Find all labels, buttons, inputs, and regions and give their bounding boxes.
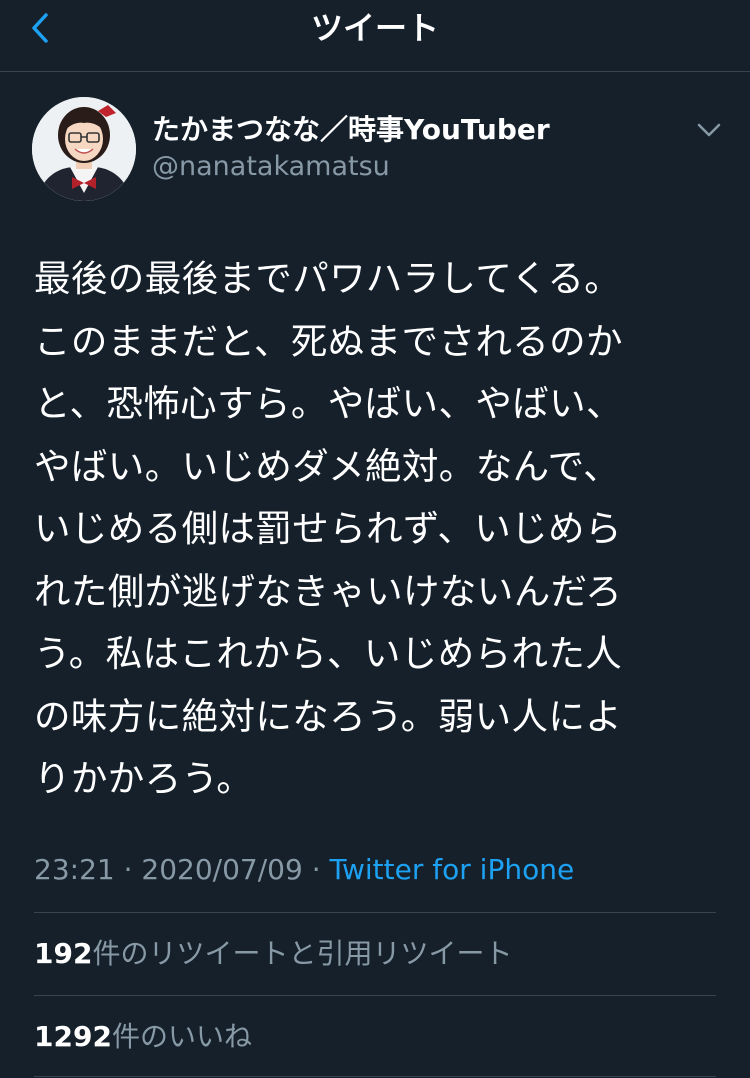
tweet-line: やばい。いじめダメ絶対。なんで、 bbox=[34, 444, 621, 488]
tweet-meta: 23:21 · 2020/07/09 · Twitter for iPhone bbox=[34, 852, 574, 888]
tweet-line: と、恐怖心すら。やばい、やばい、 bbox=[34, 382, 623, 425]
tweet-line: このままだと、死ぬまでされるのか bbox=[34, 319, 623, 363]
tweet-line: いじめる側は罰せられず、いじめら bbox=[34, 507, 622, 550]
author-handle[interactable]: @nanatakamatsu bbox=[152, 150, 390, 184]
tweet-time: 23:21 bbox=[34, 853, 115, 886]
divider bbox=[34, 912, 716, 913]
divider bbox=[34, 995, 716, 996]
meta-separator: · bbox=[123, 853, 133, 886]
retweets-stat[interactable]: 192件のリツイートと引用リツイート bbox=[34, 936, 512, 972]
tweet-line: う。私はこれから、いじめられた人 bbox=[34, 632, 623, 675]
chevron-down-icon bbox=[697, 123, 721, 137]
top-bar: ツイート bbox=[0, 0, 750, 72]
avatar[interactable] bbox=[32, 97, 136, 201]
tweet-menu-button[interactable] bbox=[694, 118, 724, 142]
tweet-line: れた側が逃げなきゃいけないんだろ bbox=[34, 569, 623, 613]
tweet-line: りかかろう。 bbox=[34, 757, 254, 800]
tweet-line: の味方に絶対になろう。弱い人によ bbox=[34, 694, 623, 738]
tweet-line: 最後の最後までパワハラしてくる。 bbox=[34, 257, 622, 300]
likes-label: 件のいいね bbox=[111, 1020, 252, 1053]
likes-stat[interactable]: 1292件のいいね bbox=[34, 1019, 252, 1055]
likes-count: 1292 bbox=[34, 1020, 112, 1053]
retweets-count: 192 bbox=[34, 937, 93, 970]
meta-separator: · bbox=[311, 853, 321, 886]
tweet-source-link[interactable]: Twitter for iPhone bbox=[330, 853, 575, 886]
page-title: ツイート bbox=[310, 9, 439, 47]
retweets-label: 件のリツイートと引用リツイート bbox=[92, 937, 513, 970]
divider bbox=[34, 1076, 716, 1077]
author-name[interactable]: たかまつなな／時事YouTuber bbox=[152, 112, 550, 148]
tweet-text: 最後の最後までパワハラしてくる。 このままだと、死ぬまでされるのか と、恐怖心す… bbox=[34, 248, 714, 811]
tweet-date: 2020/07/09 bbox=[141, 853, 303, 886]
profile-photo bbox=[32, 97, 136, 201]
